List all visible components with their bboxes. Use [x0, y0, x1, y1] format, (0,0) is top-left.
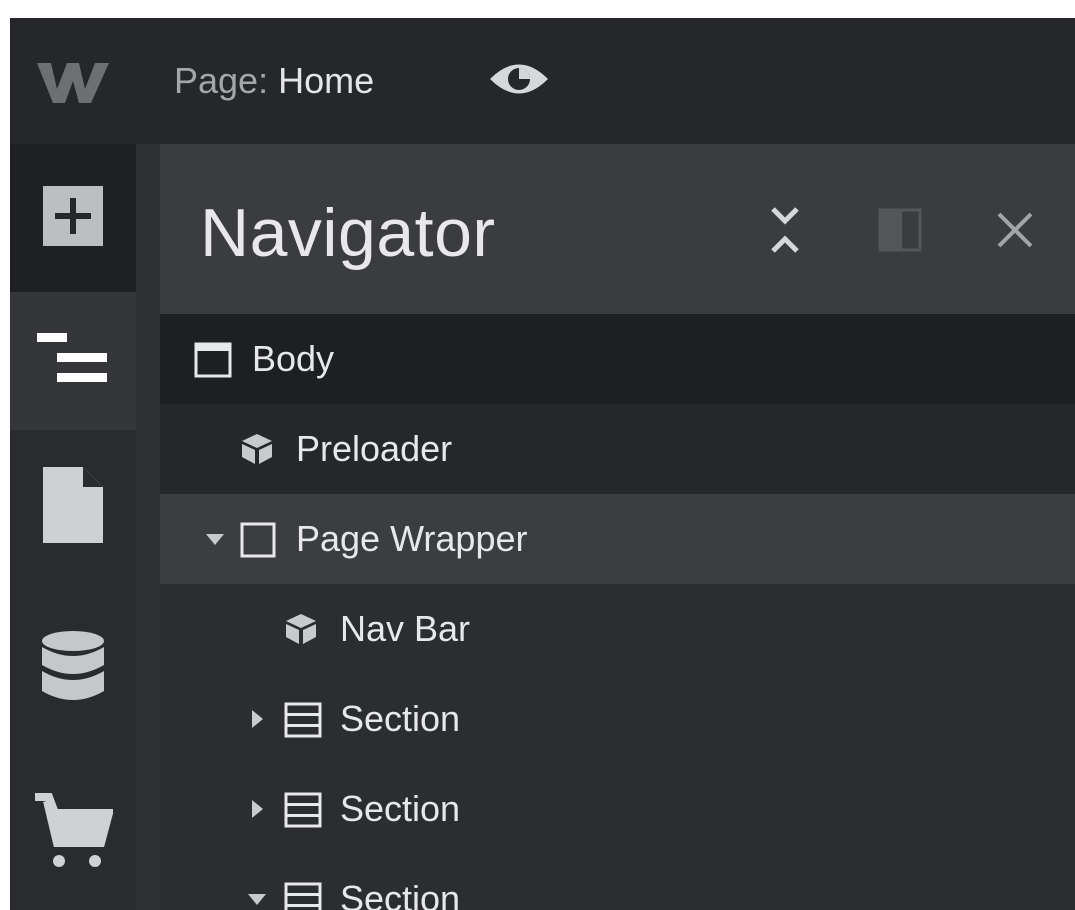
- tree-node-preloader[interactable]: Preloader: [160, 404, 1075, 494]
- tree-node-label: Page Wrapper: [296, 518, 528, 559]
- navigator-panel: Navigator Body Preloader Page Wrapper Na…: [160, 144, 1075, 910]
- close-button[interactable]: [990, 202, 1040, 262]
- add-panel-icon: [41, 184, 105, 253]
- tree-node-label: Preloader: [296, 428, 453, 469]
- caret-right-icon[interactable]: [250, 800, 268, 818]
- rail-divider: [136, 144, 160, 910]
- ecommerce-cart-icon: [33, 791, 115, 876]
- close-icon: [995, 210, 1035, 255]
- eye-icon[interactable]: [484, 54, 554, 104]
- collapse-all-icon: [767, 205, 803, 260]
- div-block-icon: [240, 522, 276, 563]
- left-toolbar: [10, 144, 136, 910]
- symbol-icon: [240, 432, 274, 471]
- add-panel-button[interactable]: [10, 144, 136, 292]
- navigator-button[interactable]: [10, 292, 136, 430]
- panel-header: Navigator: [160, 144, 1075, 314]
- webflow-logo-icon[interactable]: [10, 18, 136, 144]
- tree-node-label: Section: [340, 698, 461, 739]
- dock-panel-icon: [878, 208, 922, 257]
- symbol-icon: [284, 612, 318, 651]
- tree-node-label: Section: [340, 878, 461, 910]
- tree-node-section[interactable]: Section: [160, 674, 1075, 764]
- caret-down-icon[interactable]: [248, 892, 266, 910]
- section-icon: [284, 702, 322, 743]
- pages-icon: [43, 467, 103, 548]
- page-prefix: Page:: [174, 60, 269, 101]
- navigator-icon: [37, 332, 109, 390]
- ecommerce-button[interactable]: [10, 757, 136, 910]
- dock-panel-button[interactable]: [875, 202, 925, 262]
- body-icon: [194, 342, 232, 383]
- section-icon: [284, 882, 322, 910]
- page-name: Home: [278, 60, 375, 101]
- caret-down-icon[interactable]: [206, 532, 224, 550]
- cms-database-icon: [41, 630, 105, 712]
- collapse-all-button[interactable]: [760, 202, 810, 262]
- pages-button[interactable]: [10, 430, 136, 585]
- current-page-label[interactable]: Page: Home: [174, 60, 374, 102]
- caret-right-icon[interactable]: [250, 710, 268, 728]
- tree-node-section[interactable]: Section: [160, 764, 1075, 854]
- tree-node-page-wrapper[interactable]: Page Wrapper: [160, 494, 1075, 584]
- tree-node-label: Section: [340, 788, 461, 829]
- tree-node-body[interactable]: Body: [160, 314, 1075, 404]
- webflow-designer: Page: Home Navigator Body Preloader Page…: [10, 18, 1075, 910]
- tree-node-section[interactable]: Section: [160, 854, 1075, 910]
- tree-node-label: Nav Bar: [340, 608, 471, 649]
- tree-node-label: Body: [252, 338, 335, 379]
- top-bar: Page: Home: [10, 18, 1075, 144]
- cms-button[interactable]: [10, 585, 136, 757]
- tree-node-nav-bar[interactable]: Nav Bar: [160, 584, 1075, 674]
- panel-title: Navigator: [200, 195, 496, 271]
- section-icon: [284, 792, 322, 833]
